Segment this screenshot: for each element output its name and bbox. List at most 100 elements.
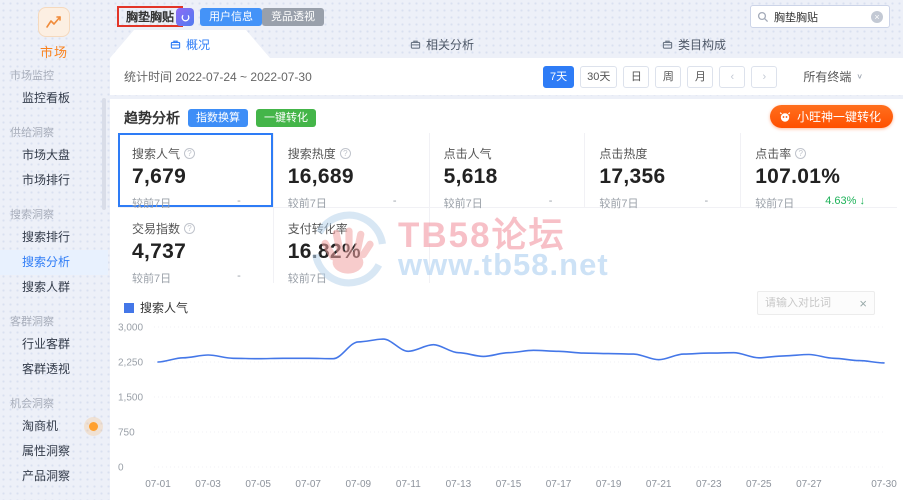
metric-compare-label: 较前7日 xyxy=(599,198,639,210)
sidebar-item-4-1[interactable]: 属性洞察 xyxy=(0,439,108,464)
briefcase-icon xyxy=(662,40,673,49)
svg-text:07-03: 07-03 xyxy=(195,479,221,490)
metric-value: 16,689 xyxy=(287,165,354,188)
sidebar-item-3-0[interactable]: 行业客群 xyxy=(0,332,108,357)
metric-card-5[interactable]: 交易指数? 4,737 较前7日 - xyxy=(118,208,274,285)
sidebar-item-3-1[interactable]: 客群透视 xyxy=(0,357,108,382)
tab-label: 类目构成 xyxy=(677,37,726,52)
metric-change: - xyxy=(237,270,241,282)
svg-text:07-23: 07-23 xyxy=(696,479,722,490)
metric-compare-label: 较前7日 xyxy=(287,273,327,285)
sidebar-menu: 市场监控 监控看板 供给洞察 市场大盘 市场排行 搜索洞察 搜索排行 搜索分析 搜索人群 客群洞察… xyxy=(0,54,108,489)
info-icon[interactable]: ? xyxy=(184,223,196,234)
metric-label: 搜索热度 xyxy=(287,147,336,161)
svg-text:2,250: 2,250 xyxy=(118,358,143,369)
tab-label: 相关分析 xyxy=(425,37,474,52)
sidebar-item-4-0[interactable]: 淘商机 xyxy=(0,414,108,439)
wangshen-label: 小旺神一键转化 xyxy=(796,110,881,124)
svg-text:07-05: 07-05 xyxy=(245,479,271,490)
notification-dot-icon xyxy=(89,421,98,431)
stat-time-label: 统计时间 2022-07-24 ~ 2022-07-30 xyxy=(124,70,312,84)
sidebar: 市场 市场监控 监控看板 供给洞察 市场大盘 市场排行 搜索洞察 搜索排行 搜索分析 搜索人群客… xyxy=(0,0,108,500)
one-key-convert-button[interactable]: 一键转化 xyxy=(256,109,316,127)
tab-bar: 概况 相关分析 类目构成 xyxy=(110,30,903,58)
wangshen-convert-button[interactable]: 小旺神一键转化 xyxy=(769,105,893,128)
index-convert-button[interactable]: 指数换算 xyxy=(188,109,248,127)
period-button-月[interactable]: 月 xyxy=(687,65,714,88)
legend-label: 搜索人气 xyxy=(140,301,189,315)
svg-text:07-13: 07-13 xyxy=(446,479,472,490)
metric-change: 4.63% ↓ xyxy=(825,195,866,207)
metric-card-1[interactable]: 搜索热度? 16,689 较前7日 - xyxy=(273,133,430,210)
svg-text:07-15: 07-15 xyxy=(496,479,522,490)
metric-compare-label: 较前7日 xyxy=(132,273,172,285)
period-button-30天[interactable]: 30天 xyxy=(580,65,618,88)
current-keyword: 胸垫胸贴 xyxy=(117,6,184,27)
svg-text:1,500: 1,500 xyxy=(118,393,143,404)
sidebar-item-1-1[interactable]: 市场排行 xyxy=(0,168,108,193)
svg-text:07-11: 07-11 xyxy=(396,479,421,490)
metric-value: 17,356 xyxy=(599,165,666,188)
competitor-insight-button[interactable]: 竞品透视 xyxy=(262,8,324,26)
metric-label: 点击热度 xyxy=(599,147,648,161)
chevron-down-icon: ∨ xyxy=(856,72,863,81)
terminal-dropdown[interactable]: 所有终端 ∨ xyxy=(803,68,863,85)
info-icon[interactable]: ? xyxy=(795,148,807,159)
down-arrow-icon: ↓ xyxy=(859,195,866,207)
terminal-label: 所有终端 xyxy=(803,70,852,84)
svg-text:07-25: 07-25 xyxy=(746,479,772,490)
sidebar-scrollbar[interactable] xyxy=(102,98,106,210)
metric-compare-label: 较前7日 xyxy=(755,198,795,210)
sidebar-group-header: 市场监控 xyxy=(10,70,54,82)
tab-label: 概况 xyxy=(185,37,210,52)
period-button-日[interactable]: 日 xyxy=(623,65,650,88)
sidebar-item-1-0[interactable]: 市场大盘 xyxy=(0,143,108,168)
svg-text:0: 0 xyxy=(118,463,124,474)
compare-word-box: × xyxy=(757,291,875,315)
sidebar-item-2-2[interactable]: 搜索人群 xyxy=(0,275,108,300)
sidebar-item-4-2[interactable]: 产品洞察 xyxy=(0,464,108,489)
sidebar-item-2-1[interactable]: 搜索分析 xyxy=(0,250,108,275)
next-period-button[interactable]: › xyxy=(751,65,778,88)
svg-text:750: 750 xyxy=(118,428,135,439)
tab-2[interactable]: 类目构成 xyxy=(614,30,774,58)
keyword-search-box: × xyxy=(750,5,890,28)
prev-period-button[interactable]: ‹ xyxy=(719,65,746,88)
metric-label: 点击人气 xyxy=(443,147,492,161)
metric-value: 107.01% xyxy=(755,165,841,188)
info-icon[interactable]: ? xyxy=(184,148,196,159)
metric-value: 5,618 xyxy=(443,165,498,188)
close-icon[interactable]: × xyxy=(859,296,867,311)
trend-line-chart[interactable]: 0 750 1,500 2,250 3,000 07-01 07-03 07-05 07-07 0… xyxy=(118,319,899,493)
info-icon[interactable]: ? xyxy=(339,148,351,159)
app-logo[interactable]: 市场 xyxy=(26,7,82,61)
sidebar-item-2-0[interactable]: 搜索排行 xyxy=(0,225,108,250)
metric-label: 搜索人气 xyxy=(132,147,181,161)
metric-value: 7,679 xyxy=(132,165,187,188)
user-info-button[interactable]: 用户信息 xyxy=(200,8,262,26)
metric-card-2[interactable]: 点击人气 5,618 较前7日 - xyxy=(429,133,586,210)
metric-change: - xyxy=(704,195,709,207)
tab-0[interactable]: 概况 xyxy=(110,30,270,58)
clear-search-icon[interactable]: × xyxy=(871,10,883,23)
metric-label: 点击率 xyxy=(755,147,792,161)
metric-card-6[interactable]: 支付转化率 16.82% 较前7日 xyxy=(273,208,430,285)
sidebar-item-0-0[interactable]: 监控看板 xyxy=(0,86,108,111)
metric-card-3[interactable]: 点击热度 17,356 较前7日 - xyxy=(585,133,742,210)
metric-card-4[interactable]: 点击率? 107.01% 较前7日 4.63% ↓ xyxy=(741,133,897,210)
overview-panel: 趋势分析 指数换算 一键转化 小旺神一键转化 搜索人气? 7,679 较前7日 -… xyxy=(110,99,903,500)
robot-icon xyxy=(779,111,791,122)
svg-text:07-01: 07-01 xyxy=(145,479,171,490)
search-input[interactable] xyxy=(774,10,866,23)
market-logo-icon xyxy=(38,7,70,37)
stat-toolbar: 统计时间 2022-07-24 ~ 2022-07-30 7天 30天日周月 ‹ › … xyxy=(110,58,903,95)
metric-card-0[interactable]: 搜索人气? 7,679 较前7日 - xyxy=(118,133,274,210)
assistant-app-icon[interactable] xyxy=(176,8,194,26)
legend-swatch xyxy=(124,302,134,313)
period-button-周[interactable]: 周 xyxy=(655,65,682,88)
tab-1[interactable]: 相关分析 xyxy=(362,30,522,58)
compare-word-input[interactable] xyxy=(765,297,856,309)
search-icon xyxy=(757,11,769,22)
sidebar-group-header: 客群洞察 xyxy=(10,316,54,328)
period-button-7天[interactable]: 7天 xyxy=(543,65,575,88)
